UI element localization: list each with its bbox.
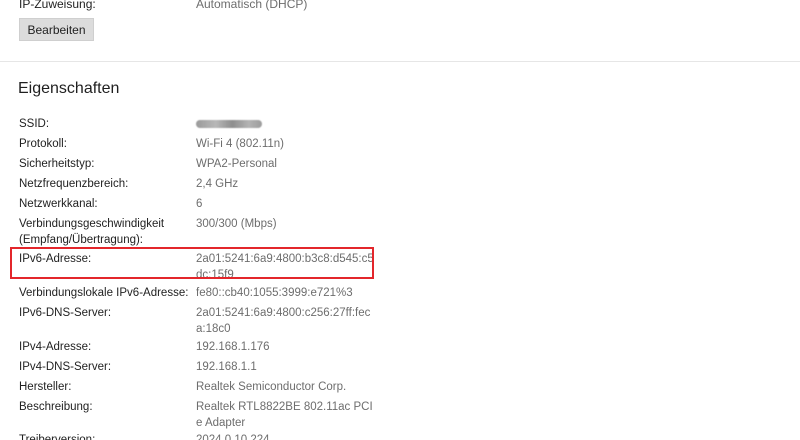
property-label: IPv4-DNS-Server: bbox=[19, 361, 112, 373]
edit-ip-button[interactable]: Bearbeiten bbox=[19, 18, 94, 41]
property-label: Netzwerkkanal: bbox=[19, 198, 98, 210]
property-label: Verbindungslokale IPv6-Adresse: bbox=[19, 287, 189, 299]
property-value: 2024.0.10.224 bbox=[196, 434, 270, 440]
property-value: fe80::cb40:1055:3999:e721%3 bbox=[196, 287, 353, 299]
property-value: Wi-Fi 4 (802.11n) bbox=[196, 138, 284, 150]
property-value: 2a01:5241:6a9:4800:b3c8:d545:c5dc:15f9 bbox=[196, 253, 374, 281]
property-label: SSID: bbox=[19, 118, 50, 130]
property-label: Treiberversion: bbox=[19, 434, 96, 440]
property-value: 6 bbox=[196, 198, 203, 210]
ip-assignment-value: Automatisch (DHCP) bbox=[196, 0, 308, 11]
property-value: WPA2-Personal bbox=[196, 158, 277, 170]
property-label: IPv4-Adresse: bbox=[19, 341, 92, 353]
property-label: IPv6-DNS-Server: bbox=[19, 307, 112, 319]
property-value: 2a01:5241:6a9:4800:c256:27ff:feca:18c0 bbox=[196, 307, 371, 335]
property-label: Sicherheitstyp: bbox=[19, 158, 95, 170]
property-label: IPv6-Adresse: bbox=[19, 253, 92, 265]
property-label: Hersteller: bbox=[19, 381, 72, 393]
property-value: Realtek Semiconductor Corp. bbox=[196, 381, 347, 393]
ssid-redacted-value bbox=[196, 120, 262, 128]
property-value: Realtek RTL8822BE 802.11ac PCIe Adapter bbox=[196, 401, 373, 429]
ip-assignment-label: IP-Zuweisung: bbox=[19, 0, 96, 11]
property-value: 192.168.1.1 bbox=[196, 361, 257, 373]
property-value: 2,4 GHz bbox=[196, 178, 239, 190]
property-value: 300/300 (Mbps) bbox=[196, 218, 277, 230]
property-label: Protokoll: bbox=[19, 138, 67, 150]
property-label: Netzfrequenzbereich: bbox=[19, 178, 129, 190]
ip-assignment-row: IP-Zuweisung: Automatisch (DHCP) bbox=[19, 0, 779, 13]
property-label: Beschreibung: bbox=[19, 401, 93, 413]
property-label: Verbindungsgeschwindigkeit (Empfang/Über… bbox=[19, 218, 165, 246]
properties-title: Eigenschaften bbox=[18, 80, 120, 97]
property-value: 192.168.1.176 bbox=[196, 341, 270, 353]
network-properties-page: IP-Zuweisung: Automatisch (DHCP) Bearbei… bbox=[0, 0, 800, 440]
section-divider bbox=[0, 61, 800, 62]
